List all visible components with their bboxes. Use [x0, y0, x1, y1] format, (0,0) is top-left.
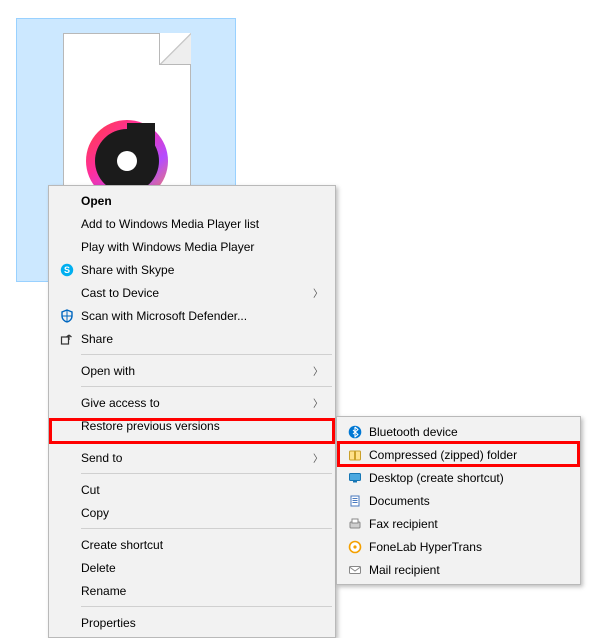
menu-rename[interactable]: Rename — [51, 579, 333, 602]
menu-label: Share with Skype — [77, 263, 325, 277]
submenu-desktop-create-shortcut[interactable]: Desktop (create shortcut) — [339, 466, 578, 489]
submenu-fax-recipient[interactable]: Fax recipient — [339, 512, 578, 535]
menu-label: Cast to Device — [77, 286, 313, 300]
blank-icon — [57, 418, 77, 434]
menu-label: Restore previous versions — [77, 419, 325, 433]
menu-properties[interactable]: Properties — [51, 611, 333, 634]
documents-icon — [345, 493, 365, 509]
menu-play-with-wmp[interactable]: Play with Windows Media Player — [51, 235, 333, 258]
blank-icon — [57, 285, 77, 301]
menu-give-access-to[interactable]: Give access to 〉 — [51, 391, 333, 414]
svg-text:S: S — [64, 265, 70, 275]
menu-label: Mail recipient — [365, 563, 570, 577]
context-menu: Open Add to Windows Media Player list Pl… — [48, 185, 336, 638]
submenu-mail-recipient[interactable]: Mail recipient — [339, 558, 578, 581]
menu-label: Open with — [77, 364, 313, 378]
blank-icon — [57, 583, 77, 599]
menu-restore-previous-versions[interactable]: Restore previous versions — [51, 414, 333, 437]
menu-delete[interactable]: Delete — [51, 556, 333, 579]
blank-icon — [57, 395, 77, 411]
menu-scan-with-defender[interactable]: Scan with Microsoft Defender... — [51, 304, 333, 327]
menu-label: Add to Windows Media Player list — [77, 217, 325, 231]
menu-share[interactable]: Share — [51, 327, 333, 350]
menu-label: Scan with Microsoft Defender... — [77, 309, 325, 323]
menu-separator — [81, 441, 332, 442]
menu-label: Fax recipient — [365, 517, 570, 531]
submenu-fonelab-hypertrans[interactable]: FoneLab HyperTrans — [339, 535, 578, 558]
fax-icon — [345, 516, 365, 532]
menu-cut[interactable]: Cut — [51, 478, 333, 501]
menu-label: Compressed (zipped) folder — [365, 448, 570, 462]
file-icon — [63, 33, 191, 201]
blank-icon — [57, 482, 77, 498]
menu-add-to-wmp-list[interactable]: Add to Windows Media Player list — [51, 212, 333, 235]
fonelab-icon — [345, 539, 365, 555]
bluetooth-icon — [345, 424, 365, 440]
menu-label: Open — [77, 194, 325, 208]
send-to-submenu: Bluetooth device Compressed (zipped) fol… — [336, 416, 581, 585]
share-icon — [57, 331, 77, 347]
menu-label: Documents — [365, 494, 570, 508]
submenu-bluetooth-device[interactable]: Bluetooth device — [339, 420, 578, 443]
menu-label: Cut — [77, 483, 325, 497]
menu-separator — [81, 606, 332, 607]
skype-icon: S — [57, 262, 77, 278]
blank-icon — [57, 505, 77, 521]
menu-copy[interactable]: Copy — [51, 501, 333, 524]
menu-label: Copy — [77, 506, 325, 520]
menu-label: Properties — [77, 616, 325, 630]
chevron-right-icon: 〉 — [313, 285, 325, 300]
menu-open[interactable]: Open — [51, 189, 333, 212]
menu-label: FoneLab HyperTrans — [365, 540, 570, 554]
menu-separator — [81, 473, 332, 474]
zip-folder-icon — [345, 447, 365, 463]
submenu-compressed-zipped-folder[interactable]: Compressed (zipped) folder — [339, 443, 578, 466]
defender-shield-icon — [57, 308, 77, 324]
menu-label: Desktop (create shortcut) — [365, 471, 570, 485]
blank-icon — [57, 450, 77, 466]
desktop-icon — [345, 470, 365, 486]
chevron-right-icon: 〉 — [313, 395, 325, 410]
menu-label: Bluetooth device — [365, 425, 570, 439]
menu-label: Play with Windows Media Player — [77, 240, 325, 254]
blank-icon — [57, 537, 77, 553]
blank-icon — [57, 363, 77, 379]
mail-icon — [345, 562, 365, 578]
blank-icon — [57, 560, 77, 576]
submenu-documents[interactable]: Documents — [339, 489, 578, 512]
blank-icon — [57, 239, 77, 255]
menu-label: Delete — [77, 561, 325, 575]
menu-label: Create shortcut — [77, 538, 325, 552]
blank-icon — [57, 216, 77, 232]
chevron-right-icon: 〉 — [313, 363, 325, 378]
menu-label: Rename — [77, 584, 325, 598]
menu-separator — [81, 354, 332, 355]
menu-label: Give access to — [77, 396, 313, 410]
menu-separator — [81, 386, 332, 387]
menu-cast-to-device[interactable]: Cast to Device 〉 — [51, 281, 333, 304]
menu-open-with[interactable]: Open with 〉 — [51, 359, 333, 382]
page-fold-icon — [159, 33, 191, 65]
menu-share-with-skype[interactable]: S Share with Skype — [51, 258, 333, 281]
menu-create-shortcut[interactable]: Create shortcut — [51, 533, 333, 556]
menu-label: Send to — [77, 451, 313, 465]
menu-separator — [81, 528, 332, 529]
blank-icon — [57, 193, 77, 209]
chevron-right-icon: 〉 — [313, 450, 325, 465]
menu-send-to[interactable]: Send to 〉 — [51, 446, 333, 469]
menu-label: Share — [77, 332, 325, 346]
